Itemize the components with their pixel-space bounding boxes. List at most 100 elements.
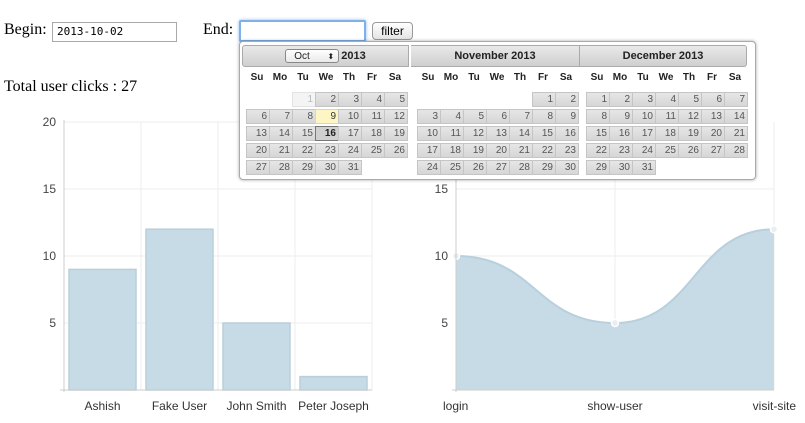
- calendar-day[interactable]: 11: [361, 109, 385, 124]
- calendar-day[interactable]: 4: [440, 109, 464, 124]
- calendar-day[interactable]: 16: [609, 126, 633, 141]
- calendar-day[interactable]: 6: [486, 109, 510, 124]
- calendar-day[interactable]: 21: [509, 143, 533, 158]
- calendar-day[interactable]: 1: [586, 92, 610, 107]
- calendar-day[interactable]: 28: [724, 143, 748, 158]
- calendar-day[interactable]: 27: [246, 160, 270, 175]
- calendar-day[interactable]: 8: [586, 109, 610, 124]
- calendar-day[interactable]: 23: [609, 143, 633, 158]
- calendar-day[interactable]: 13: [486, 126, 510, 141]
- calendar-day[interactable]: 4: [655, 92, 679, 107]
- weekday-header: Mo: [612, 72, 628, 83]
- calendar-day[interactable]: 21: [269, 143, 293, 158]
- calendar-day[interactable]: 19: [384, 126, 408, 141]
- calendar-day[interactable]: 11: [440, 126, 464, 141]
- calendar-day[interactable]: 23: [555, 143, 579, 158]
- calendar-day[interactable]: 2: [315, 92, 339, 107]
- end-date-input[interactable]: [239, 20, 366, 42]
- calendar-day[interactable]: 30: [315, 160, 339, 175]
- calendar-day[interactable]: 19: [678, 126, 702, 141]
- calendar-day[interactable]: 26: [384, 143, 408, 158]
- calendar-day[interactable]: 23: [315, 143, 339, 158]
- x-tick-label: login: [443, 399, 468, 413]
- calendar-day[interactable]: 22: [532, 143, 556, 158]
- calendar-day[interactable]: 7: [724, 92, 748, 107]
- calendar-day[interactable]: 3: [632, 92, 656, 107]
- calendar-day[interactable]: 5: [384, 92, 408, 107]
- calendar-day[interactable]: 15: [292, 126, 316, 141]
- calendar-day[interactable]: 14: [509, 126, 533, 141]
- calendar-day[interactable]: 25: [361, 143, 385, 158]
- calendar-day[interactable]: 24: [338, 143, 362, 158]
- calendar-day[interactable]: 9: [609, 109, 633, 124]
- calendar-day[interactable]: 16: [315, 126, 339, 141]
- calendar-day[interactable]: 9: [555, 109, 579, 124]
- calendar-day[interactable]: 17: [632, 126, 656, 141]
- calendar-day[interactable]: 14: [724, 109, 748, 124]
- calendar-day[interactable]: 26: [463, 160, 487, 175]
- calendar-day[interactable]: 17: [338, 126, 362, 141]
- calendar-day[interactable]: 17: [417, 143, 441, 158]
- calendar-day[interactable]: 6: [701, 92, 725, 107]
- calendar-day[interactable]: 25: [655, 143, 679, 158]
- calendar-day[interactable]: 30: [555, 160, 579, 175]
- calendar-day[interactable]: 10: [338, 109, 362, 124]
- calendar-day[interactable]: 9: [315, 109, 339, 124]
- weekday-header: Tu: [637, 72, 649, 83]
- calendar-day[interactable]: 20: [246, 143, 270, 158]
- calendar-day[interactable]: 24: [417, 160, 441, 175]
- calendar-day[interactable]: 13: [246, 126, 270, 141]
- calendar-day[interactable]: 26: [678, 143, 702, 158]
- calendar-day[interactable]: 27: [486, 160, 510, 175]
- calendar-day[interactable]: 18: [655, 126, 679, 141]
- calendar-day[interactable]: 29: [532, 160, 556, 175]
- begin-date-input[interactable]: [52, 22, 177, 42]
- calendar-day[interactable]: 7: [269, 109, 293, 124]
- calendar-day[interactable]: 31: [338, 160, 362, 175]
- calendar-day[interactable]: 20: [701, 126, 725, 141]
- calendar-day[interactable]: 14: [269, 126, 293, 141]
- calendar-day[interactable]: 24: [632, 143, 656, 158]
- calendar-day[interactable]: 29: [292, 160, 316, 175]
- calendar-day[interactable]: 13: [701, 109, 725, 124]
- calendar-day[interactable]: 5: [678, 92, 702, 107]
- calendar-day[interactable]: 16: [555, 126, 579, 141]
- calendar-day[interactable]: 12: [678, 109, 702, 124]
- calendar-day[interactable]: 12: [463, 126, 487, 141]
- calendar-day[interactable]: 10: [632, 109, 656, 124]
- calendar-day[interactable]: 15: [586, 126, 610, 141]
- calendar-day[interactable]: 29: [586, 160, 610, 175]
- calendar-day[interactable]: 25: [440, 160, 464, 175]
- calendar-day[interactable]: 22: [292, 143, 316, 158]
- calendar-day[interactable]: 7: [509, 109, 533, 124]
- calendar-day[interactable]: 3: [417, 109, 441, 124]
- calendar-day[interactable]: 10: [417, 126, 441, 141]
- calendar-day[interactable]: 21: [724, 126, 748, 141]
- calendar-day[interactable]: 15: [532, 126, 556, 141]
- calendar-day[interactable]: 5: [463, 109, 487, 124]
- calendar-day[interactable]: 31: [632, 160, 656, 175]
- calendar-day[interactable]: 2: [609, 92, 633, 107]
- calendar-day[interactable]: 18: [361, 126, 385, 141]
- filter-button[interactable]: filter: [372, 22, 413, 40]
- calendar-day[interactable]: 4: [361, 92, 385, 107]
- weekday-header: Su: [421, 72, 435, 83]
- calendar-day[interactable]: 11: [655, 109, 679, 124]
- calendar-day[interactable]: 6: [246, 109, 270, 124]
- calendar-day[interactable]: 3: [338, 92, 362, 107]
- calendar-day[interactable]: 8: [292, 109, 316, 124]
- month-select[interactable]: Oct ⬍: [285, 49, 340, 64]
- calendar-day[interactable]: 30: [609, 160, 633, 175]
- calendar-day[interactable]: 8: [532, 109, 556, 124]
- calendar-day[interactable]: 22: [586, 143, 610, 158]
- calendar-day[interactable]: 28: [509, 160, 533, 175]
- calendar-day[interactable]: 27: [701, 143, 725, 158]
- calendar-day[interactable]: 28: [269, 160, 293, 175]
- calendar-day[interactable]: 2: [555, 92, 579, 107]
- calendar-day[interactable]: 12: [384, 109, 408, 124]
- calendar-day[interactable]: 20: [486, 143, 510, 158]
- calendar-month-december: December 2013 Su Mo Tu We Th Fr Sa 1 2 3 4 5 6 7 8 9 10 1…: [580, 42, 749, 179]
- calendar-day[interactable]: 18: [440, 143, 464, 158]
- calendar-day[interactable]: 1: [532, 92, 556, 107]
- calendar-day[interactable]: 19: [463, 143, 487, 158]
